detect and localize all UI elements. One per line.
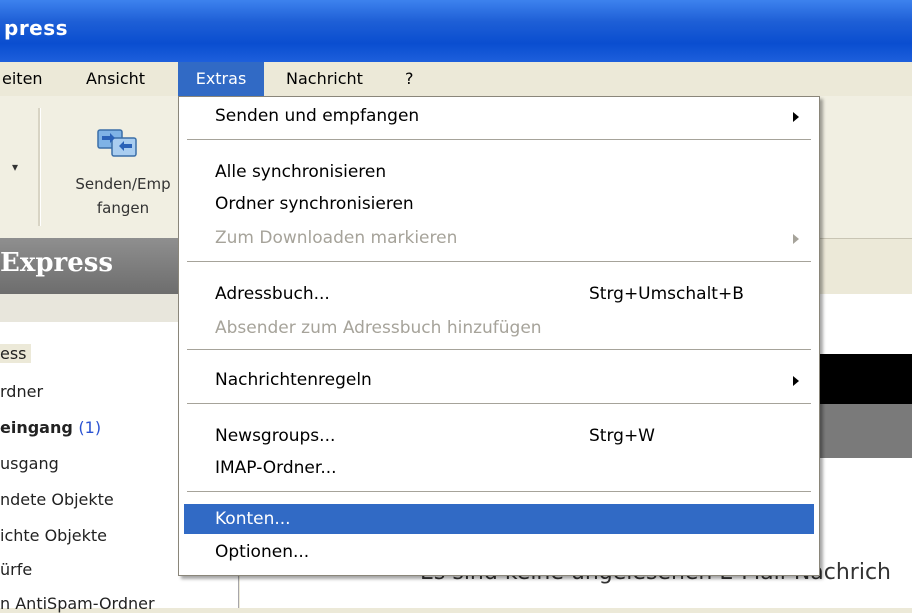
send-receive-label-line1: Senden/Emp bbox=[75, 175, 171, 193]
shortcut-label: Strg+Umschalt+B bbox=[589, 284, 744, 304]
content-subheader-bar bbox=[810, 404, 912, 458]
menu-item-send-receive[interactable]: Senden und empfangen bbox=[179, 101, 819, 131]
menu-separator bbox=[187, 403, 811, 404]
shortcut-label: Strg+W bbox=[589, 426, 655, 446]
folder-item[interactable]: ess bbox=[0, 344, 31, 363]
folder-item-antispam[interactable]: n AntiSpam-Ordner bbox=[0, 594, 155, 613]
menu-separator bbox=[187, 491, 811, 492]
folder-item-deleted[interactable]: ichte Objekte bbox=[0, 526, 107, 545]
menu-item-message-rules[interactable]: Nachrichtenregeln bbox=[179, 365, 819, 395]
folder-item-sent[interactable]: ndete Objekte bbox=[0, 490, 114, 509]
menu-separator bbox=[187, 139, 811, 140]
menu-item-imap-folders[interactable]: IMAP-Ordner... bbox=[179, 453, 819, 483]
menu-item-add-sender: Absender zum Adressbuch hinzufügen bbox=[215, 318, 542, 338]
dropdown-arrow-icon[interactable]: ▾ bbox=[12, 160, 18, 174]
menu-item-options[interactable]: Optionen... bbox=[179, 537, 819, 567]
title-bar: press bbox=[0, 0, 912, 62]
send-receive-label-line2: fangen bbox=[96, 199, 150, 217]
menu-item-sync-all[interactable]: Alle synchronisieren bbox=[179, 157, 819, 187]
window-title: press bbox=[4, 16, 69, 40]
send-receive-button[interactable]: Senden/Emp fangen bbox=[58, 172, 188, 220]
submenu-arrow-icon bbox=[793, 112, 799, 122]
menu-separator bbox=[187, 349, 811, 350]
menu-help[interactable]: ? bbox=[405, 62, 414, 96]
extras-menu: Senden und empfangen Alle synchronisiere… bbox=[178, 96, 820, 576]
menu-item-address-book[interactable]: Adressbuch... Strg+Umschalt+B bbox=[179, 279, 819, 309]
folder-item[interactable]: rdner bbox=[0, 382, 43, 401]
menu-bearbeiten[interactable]: eiten bbox=[0, 62, 62, 96]
unread-count: (1) bbox=[78, 418, 102, 437]
menu-item-newsgroups[interactable]: Newsgroups... Strg+W bbox=[179, 421, 819, 451]
content-header-bar bbox=[810, 354, 912, 404]
menu-item-mark-download: Zum Downloaden markieren bbox=[179, 223, 819, 253]
menu-item-sync-folder[interactable]: Ordner synchronisieren bbox=[179, 189, 819, 219]
menu-separator bbox=[187, 261, 811, 262]
express-header-text: Express bbox=[0, 248, 114, 278]
submenu-arrow-icon bbox=[793, 234, 799, 244]
send-receive-icon[interactable] bbox=[96, 126, 138, 158]
toolbar-separator bbox=[38, 108, 41, 226]
menu-extras[interactable]: Extras bbox=[178, 62, 264, 96]
menu-bar: eiten Ansicht Extras Nachricht ? bbox=[0, 62, 912, 97]
folder-item-outbox[interactable]: usgang bbox=[0, 454, 59, 473]
menu-item-accounts[interactable]: Konten... bbox=[184, 504, 814, 534]
folder-item-drafts[interactable]: ürfe bbox=[0, 560, 32, 579]
menu-nachricht[interactable]: Nachricht bbox=[286, 62, 363, 96]
submenu-arrow-icon bbox=[793, 376, 799, 386]
folder-item-inbox[interactable]: eingang (1) bbox=[0, 418, 101, 437]
menu-ansicht[interactable]: Ansicht bbox=[86, 62, 145, 96]
